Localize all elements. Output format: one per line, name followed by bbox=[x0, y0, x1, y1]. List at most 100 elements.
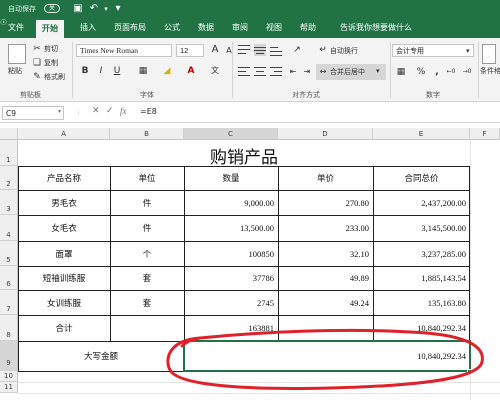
tab-help[interactable]: 帮助 bbox=[300, 22, 316, 33]
font-size-select[interactable]: 12 bbox=[176, 44, 204, 57]
wrap-text-icon[interactable]: ↵ bbox=[316, 43, 330, 57]
row-header[interactable]: 4 bbox=[0, 215, 18, 241]
percent-icon[interactable]: % bbox=[414, 65, 428, 79]
merge-center-button[interactable]: ↔ 合并后居中 ▾ bbox=[316, 64, 386, 80]
chevron-down-icon[interactable]: ▾ bbox=[466, 47, 470, 55]
decrease-indent-icon[interactable]: ⇤ bbox=[286, 65, 300, 79]
conditional-format-button[interactable]: 条件格 bbox=[480, 66, 500, 76]
phonetic-icon[interactable]: 文 bbox=[208, 64, 222, 78]
tab-data[interactable]: 数据 bbox=[198, 22, 214, 33]
increase-font-icon[interactable]: A bbox=[208, 43, 222, 57]
cancel-icon[interactable]: ✕ bbox=[92, 106, 100, 116]
cell-unit[interactable]: 件 bbox=[110, 190, 184, 215]
row-header[interactable]: 10 bbox=[0, 371, 18, 382]
cell-unit[interactable]: 个 bbox=[110, 241, 184, 266]
conditional-format-icon[interactable] bbox=[482, 44, 496, 64]
tell-me-search[interactable]: 告诉我你想要做什么 bbox=[340, 22, 412, 33]
row-header[interactable]: 2 bbox=[0, 166, 18, 190]
increase-indent-icon[interactable]: ⇥ bbox=[300, 65, 314, 79]
cell-quantity[interactable]: 37786 bbox=[184, 266, 278, 290]
undo-icon[interactable]: ↶ bbox=[88, 3, 100, 15]
cell-contract-total[interactable]: 3,237,285.00 bbox=[373, 241, 470, 266]
autosave-toggle[interactable]: 关 bbox=[44, 4, 60, 13]
copy-button[interactable]: 复制 bbox=[44, 58, 58, 68]
underline-button[interactable]: U bbox=[110, 64, 124, 78]
cell-unit[interactable]: 套 bbox=[110, 290, 184, 315]
number-format-select[interactable]: 会计专用 bbox=[392, 44, 474, 57]
formula-input[interactable]: =E8 bbox=[140, 107, 157, 116]
column-header-a[interactable]: A bbox=[18, 128, 110, 140]
paste-icon[interactable] bbox=[8, 44, 26, 64]
borders-icon[interactable]: ▦ bbox=[136, 64, 150, 78]
row-header[interactable]: 11 bbox=[0, 382, 18, 393]
column-header-b[interactable]: B bbox=[110, 128, 184, 140]
cut-button[interactable]: 剪切 bbox=[44, 44, 58, 54]
font-color-icon[interactable]: A bbox=[184, 64, 198, 78]
fill-color-icon[interactable]: ◢ bbox=[160, 64, 174, 78]
align-top-icon[interactable] bbox=[238, 44, 250, 56]
column-header-c[interactable]: C bbox=[184, 128, 278, 140]
font-name-select[interactable]: Times New Roman bbox=[76, 44, 172, 57]
cell-contract-total[interactable]: 1,885,143.54 bbox=[373, 266, 470, 290]
row-header[interactable]: 3 bbox=[0, 190, 18, 215]
cell-product-name[interactable]: 男毛衣 bbox=[18, 190, 110, 215]
tab-home[interactable]: 开始 bbox=[36, 20, 64, 38]
worksheet[interactable]: A B C D E F 1 2 3 4 5 6 7 8 9 10 11 购销产品… bbox=[0, 128, 500, 400]
decrease-decimal-icon[interactable]: →0 bbox=[460, 65, 474, 79]
cell-unit[interactable]: 套 bbox=[110, 266, 184, 290]
chevron-down-icon[interactable]: ▾ bbox=[376, 67, 380, 75]
row-header[interactable]: 9 bbox=[0, 341, 18, 371]
column-header-f[interactable]: F bbox=[470, 128, 500, 140]
tab-insert[interactable]: 插入 bbox=[80, 22, 96, 33]
chevron-down-icon[interactable]: ▾ bbox=[58, 108, 61, 115]
tab-review[interactable]: 审阅 bbox=[232, 22, 248, 33]
tab-file[interactable]: 文件 bbox=[8, 22, 24, 33]
wrap-text-button[interactable]: 自动换行 bbox=[330, 46, 358, 56]
cell-product-name[interactable]: 女毛衣 bbox=[18, 215, 110, 241]
orientation-icon[interactable]: ↗ bbox=[290, 43, 304, 57]
cell-product-name[interactable]: 短袖训练服 bbox=[18, 266, 110, 290]
row-header[interactable]: 1 bbox=[0, 140, 18, 166]
insert-function-button[interactable]: fx bbox=[120, 106, 127, 116]
cell-quantity[interactable]: 13,500.00 bbox=[184, 215, 278, 241]
select-all-corner[interactable] bbox=[0, 128, 18, 140]
cell-unit-price[interactable]: 32.10 bbox=[278, 241, 373, 266]
row-header[interactable]: 8 bbox=[0, 315, 18, 341]
column-header-e[interactable]: E bbox=[373, 128, 470, 140]
align-bottom-icon[interactable] bbox=[270, 44, 282, 56]
cell-product-name[interactable]: 面罩 bbox=[18, 241, 110, 266]
cell-unit-price[interactable]: 270.80 bbox=[278, 190, 373, 215]
name-box[interactable]: C9 bbox=[2, 106, 64, 120]
total-label[interactable]: 合计 bbox=[18, 315, 110, 341]
undo-dropdown-icon[interactable]: ▾ bbox=[100, 3, 112, 15]
align-right-icon[interactable] bbox=[270, 66, 282, 78]
cell-unit-price[interactable]: 233.00 bbox=[278, 215, 373, 241]
comma-style-icon[interactable]: , bbox=[430, 65, 444, 79]
tab-view[interactable]: 视图 bbox=[266, 22, 282, 33]
align-center-icon[interactable] bbox=[254, 66, 266, 78]
align-middle-icon[interactable] bbox=[254, 44, 266, 56]
tab-formulas[interactable]: 公式 bbox=[164, 22, 180, 33]
copy-icon[interactable]: ❏ bbox=[30, 56, 44, 70]
align-left-icon[interactable] bbox=[238, 66, 250, 78]
customize-toolbar-icon[interactable]: ▾ bbox=[112, 3, 124, 15]
cell-unit[interactable]: 件 bbox=[110, 215, 184, 241]
increase-decimal-icon[interactable]: ←0 bbox=[444, 65, 458, 79]
accounting-format-icon[interactable]: ▦ bbox=[394, 65, 408, 79]
cell-product-name[interactable]: 女训练服 bbox=[18, 290, 110, 315]
cut-icon[interactable]: ✂ bbox=[30, 42, 44, 56]
row-header[interactable]: 7 bbox=[0, 290, 18, 315]
row-header[interactable]: 5 bbox=[0, 241, 18, 266]
decrease-font-icon[interactable]: A bbox=[222, 44, 236, 58]
paste-button[interactable]: 粘贴 bbox=[8, 66, 22, 76]
bold-button[interactable]: B bbox=[78, 64, 92, 78]
cell-contract-total[interactable]: 135,163.80 bbox=[373, 290, 470, 315]
cell-quantity[interactable]: 2745 bbox=[184, 290, 278, 315]
save-icon[interactable]: ▣ bbox=[72, 3, 84, 15]
italic-button[interactable]: I bbox=[94, 64, 108, 78]
cell-unit-price[interactable]: 49.89 bbox=[278, 266, 373, 290]
format-painter-icon[interactable]: ✎ bbox=[30, 70, 44, 84]
cell-quantity[interactable]: 9,000.00 bbox=[184, 190, 278, 215]
tab-page-layout[interactable]: 页面布局 bbox=[114, 22, 146, 33]
format-painter-button[interactable]: 格式刷 bbox=[44, 72, 65, 82]
